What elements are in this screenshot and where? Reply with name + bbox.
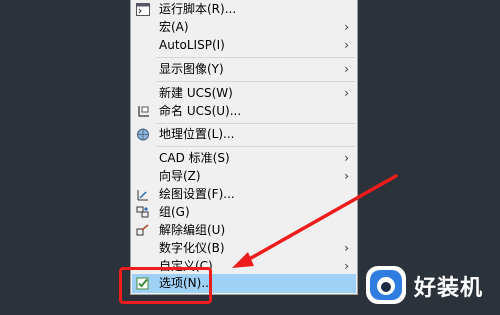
- highlight-box: [119, 267, 212, 304]
- watermark-text: 好装机: [414, 276, 484, 301]
- mascot-icon: [366, 266, 406, 304]
- watermark-logo: 好装机: [362, 256, 500, 314]
